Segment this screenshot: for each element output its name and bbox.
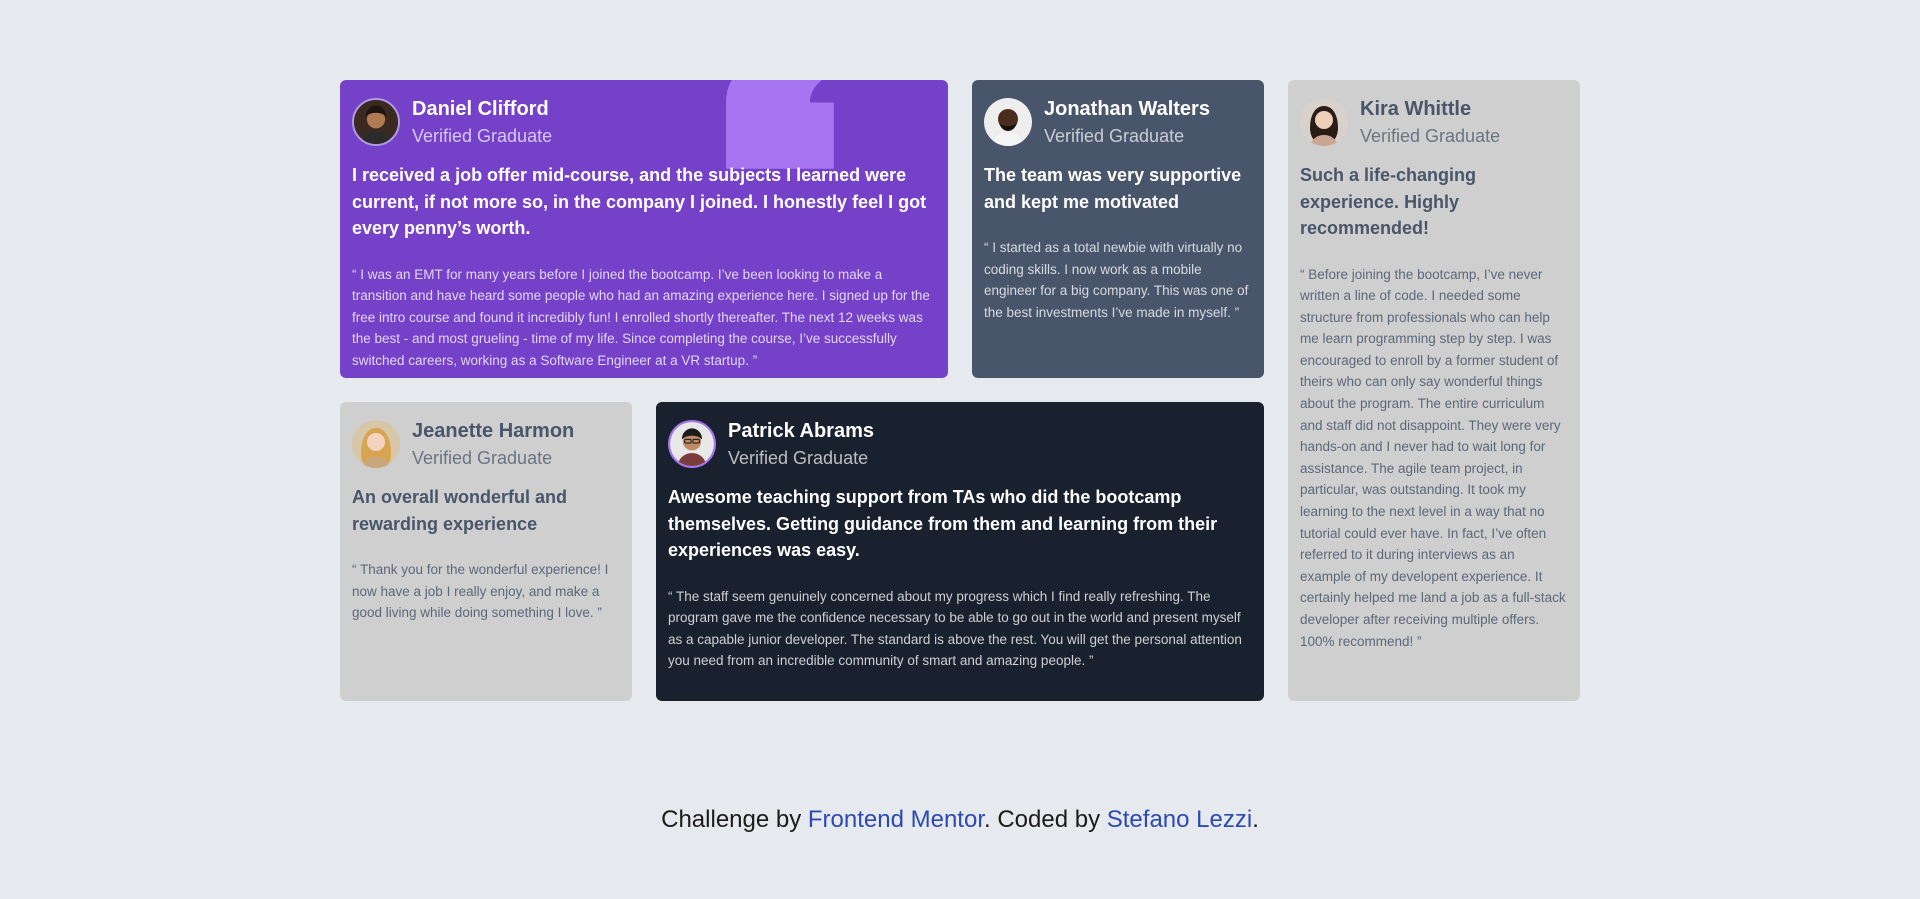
attribution-suffix: . xyxy=(1252,806,1259,833)
card-header: Kira Whittle Verified Graduate xyxy=(1300,96,1568,148)
person-photo-icon xyxy=(670,422,714,466)
testimonial-card-jonathan: Jonathan Walters Verified Graduate The t… xyxy=(972,80,1264,378)
testimonial-body: “ Before joining the bootcamp, I’ve neve… xyxy=(1300,266,1566,649)
person-photo-icon xyxy=(1300,98,1348,146)
attribution-footer: Challenge by Frontend Mentor. Coded by S… xyxy=(0,806,1920,834)
avatar xyxy=(1300,98,1348,146)
author-name: Jonathan Walters xyxy=(1044,98,1210,120)
attribution-prefix: Challenge by xyxy=(661,806,808,833)
author-info: Patrick Abrams Verified Graduate xyxy=(728,418,874,470)
author-info: Jeanette Harmon Verified Graduate xyxy=(412,418,574,470)
testimonial-headline: An overall wonderful and rewarding exper… xyxy=(352,487,568,534)
avatar xyxy=(984,98,1032,146)
testimonial-headline: The team was very supportive and kept me… xyxy=(984,165,1242,212)
author-role: Verified Graduate xyxy=(1044,126,1185,146)
attribution-middle: . Coded by xyxy=(984,806,1107,833)
testimonial-body: “ I started as a total newbie with virtu… xyxy=(984,240,1249,320)
frontend-mentor-link[interactable]: Frontend Mentor xyxy=(808,806,984,833)
card-header: Daniel Clifford Verified Graduate xyxy=(352,96,936,148)
person-photo-icon xyxy=(352,420,400,468)
person-photo-icon xyxy=(984,98,1032,146)
avatar xyxy=(668,420,716,468)
card-header: Jonathan Walters Verified Graduate xyxy=(984,96,1252,148)
testimonial-card-patrick: Patrick Abrams Verified Graduate Awesome… xyxy=(656,402,1264,701)
author-info: Daniel Clifford Verified Graduate xyxy=(412,96,552,148)
testimonial-body: “ The staff seem genuinely concerned abo… xyxy=(668,588,1242,669)
testimonial-headline: Such a life-changing experience. Highly … xyxy=(1300,165,1477,238)
testimonial-body: “ I was an EMT for many years before I j… xyxy=(352,266,930,368)
author-name: Daniel Clifford xyxy=(412,98,549,120)
author-name: Jeanette Harmon xyxy=(412,420,575,442)
testimonial-headline: Awesome teaching support from TAs who di… xyxy=(668,487,1218,560)
avatar xyxy=(352,420,400,468)
author-info: Kira Whittle Verified Graduate xyxy=(1360,96,1500,148)
author-name: Kira Whittle xyxy=(1360,98,1472,120)
testimonial-body: “ Thank you for the wonderful experience… xyxy=(352,562,609,621)
avatar xyxy=(352,98,400,146)
author-role: Verified Graduate xyxy=(1360,126,1501,146)
author-link[interactable]: Stefano Lezzi xyxy=(1107,806,1252,833)
card-header: Jeanette Harmon Verified Graduate xyxy=(352,418,620,470)
author-name: Patrick Abrams xyxy=(728,420,874,442)
testimonial-card-kira: Kira Whittle Verified Graduate Such a li… xyxy=(1288,80,1580,701)
testimonial-card-daniel: Daniel Clifford Verified Graduate I rece… xyxy=(340,80,948,378)
testimonial-headline: I received a job offer mid-course, and t… xyxy=(352,165,927,238)
author-role: Verified Graduate xyxy=(412,448,553,468)
card-header: Patrick Abrams Verified Graduate xyxy=(668,418,1252,470)
author-role: Verified Graduate xyxy=(412,126,553,146)
author-role: Verified Graduate xyxy=(728,448,869,468)
author-info: Jonathan Walters Verified Graduate xyxy=(1044,96,1210,148)
testimonials-grid: Daniel Clifford Verified Graduate I rece… xyxy=(340,80,1580,701)
person-photo-icon xyxy=(354,100,398,144)
testimonial-card-jeanette: Jeanette Harmon Verified Graduate An ove… xyxy=(340,402,632,701)
